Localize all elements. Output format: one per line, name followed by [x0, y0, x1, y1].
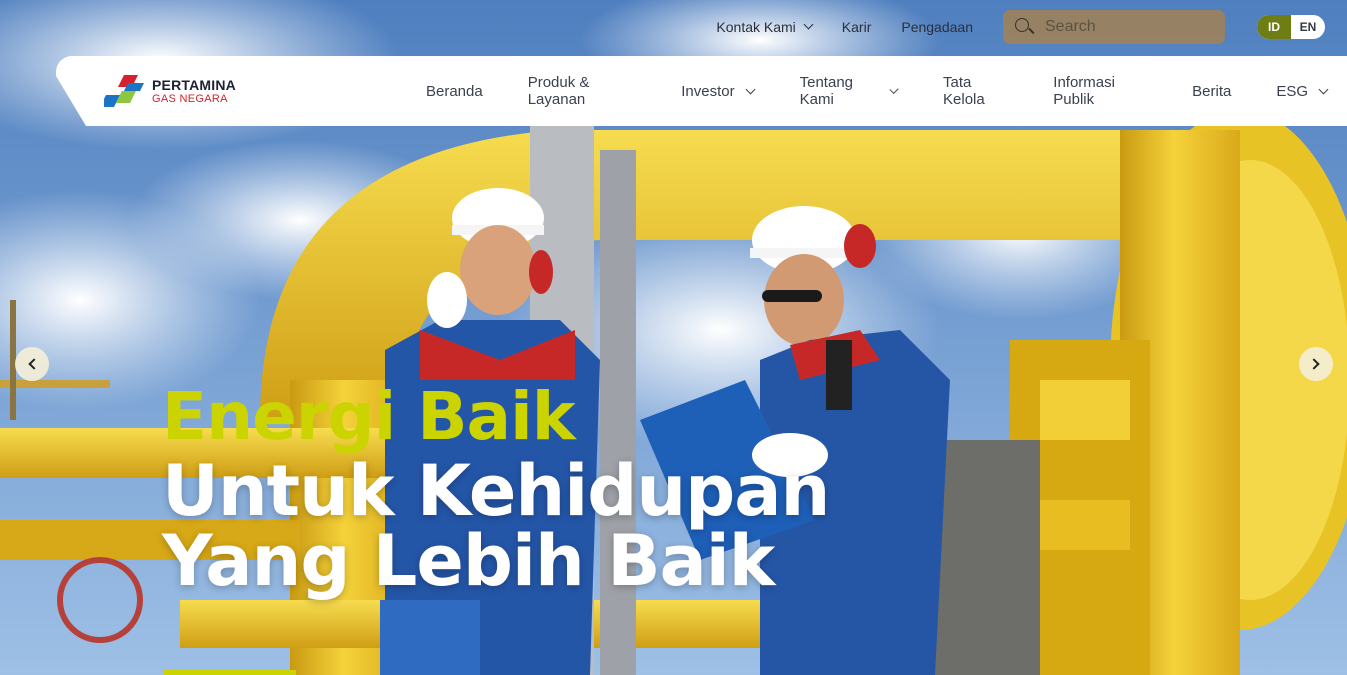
nav-item-label: Tata Kelola: [943, 74, 985, 108]
language-switcher: ID EN: [1257, 14, 1325, 39]
nav-item-informasi-publik[interactable]: Informasi Publik: [1053, 74, 1147, 108]
hero-headline-accent: Energi Baik: [162, 378, 576, 455]
brand-subname: GAS NEGARA: [152, 92, 228, 105]
pengadaan-link[interactable]: Pengadaan: [901, 19, 973, 35]
nav-item-tata-kelola[interactable]: Tata Kelola: [943, 74, 1008, 108]
nav-item-produk-layanan[interactable]: Produk & Layanan: [528, 74, 637, 108]
karir-link[interactable]: Karir: [842, 19, 872, 35]
brand-name: PERTAMINA: [152, 76, 236, 93]
search-icon[interactable]: [1013, 16, 1035, 38]
nav-item-esg[interactable]: ESG: [1276, 82, 1329, 100]
pengadaan-label: Pengadaan: [901, 18, 973, 35]
kontak-kami-label: Kontak Kami: [716, 18, 796, 35]
chevron-down-icon: [745, 84, 756, 94]
nav-item-label: Produk & Layanan: [527, 74, 590, 108]
search-input[interactable]: [1045, 17, 1205, 36]
nav-item-label: Beranda: [426, 82, 483, 100]
chevron-down-icon: [803, 19, 814, 30]
nav-item-label: Investor: [681, 82, 735, 100]
lang-id-button[interactable]: ID: [1257, 14, 1291, 39]
kontak-kami-link[interactable]: Kontak Kami: [716, 18, 814, 35]
hero-headline-line-3: Yang Lebih Baik: [162, 520, 775, 602]
nav-item-label: Berita: [1192, 82, 1232, 100]
lang-en-button[interactable]: EN: [1291, 15, 1325, 39]
carousel-prev-button[interactable]: [15, 347, 49, 381]
nav-item-beranda[interactable]: Beranda: [426, 83, 483, 100]
primary-nav: Beranda Produk & Layanan Investor Tentan…: [426, 56, 1329, 126]
utility-bar: Kontak Kami Karir Pengadaan ID EN: [716, 9, 1325, 44]
chevron-down-icon: [1318, 84, 1329, 94]
hero-headline-line-2: Untuk Kehidupan: [162, 450, 830, 532]
nav-item-berita[interactable]: Berita: [1192, 83, 1231, 100]
search-box[interactable]: [1003, 9, 1225, 44]
hero-cta-button[interactable]: [164, 670, 296, 675]
carousel-next-button[interactable]: [1299, 347, 1333, 381]
nav-item-label: Informasi Publik: [1053, 74, 1115, 108]
nav-item-tentang-kami[interactable]: Tentang Kami: [799, 74, 899, 108]
hero-headline: Energi Baik Untuk Kehidupan Yang Lebih B…: [162, 378, 830, 602]
karir-label: Karir: [841, 18, 872, 35]
nav-item-label: ESG: [1276, 82, 1309, 100]
arrow-right-icon: [1308, 358, 1320, 370]
brand-logo[interactable]: PERTAMINA GAS NEGARA: [100, 70, 244, 112]
chevron-down-icon: [889, 84, 899, 94]
nav-item-investor[interactable]: Investor: [681, 82, 756, 100]
arrow-left-icon: [28, 358, 40, 370]
nav-item-label: Tentang Kami: [799, 74, 854, 108]
pertamina-logo-icon: [100, 73, 146, 109]
